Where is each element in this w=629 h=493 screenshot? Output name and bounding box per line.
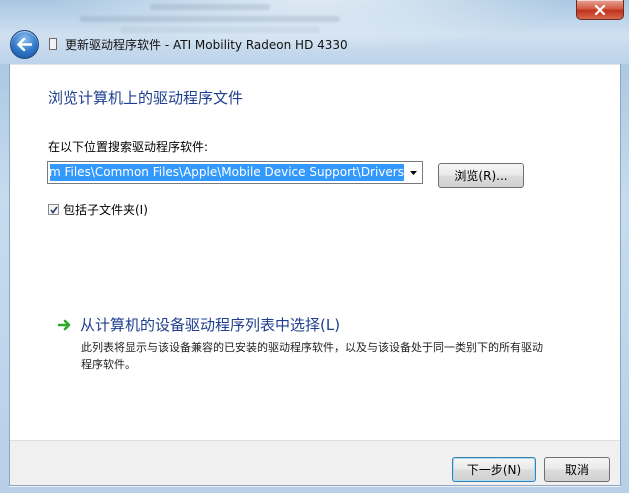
chevron-down-icon: [410, 170, 417, 175]
pick-from-list-link[interactable]: 从计算机的设备驱动程序列表中选择(L): [58, 314, 551, 335]
browse-button[interactable]: 浏览(R)...: [438, 163, 524, 188]
pick-from-list-description: 此列表将显示与该设备兼容的已安装的驱动程序软件，以及与该设备处于同一类别下的所有…: [81, 341, 543, 371]
next-button[interactable]: 下一步(N): [452, 457, 536, 482]
driver-path-input[interactable]: m Files\Common Files\Apple\Mobile Device…: [50, 164, 404, 181]
background-blur: [80, 16, 340, 22]
device-icon: [49, 38, 57, 50]
search-location-label: 在以下位置搜索驱动程序软件:: [48, 140, 209, 154]
pick-from-list-title[interactable]: 从计算机的设备驱动程序列表中选择(L): [80, 314, 340, 335]
checkbox-box[interactable]: [48, 204, 59, 215]
window-title-text: 更新驱动程序软件 - ATI Mobility Radeon HD 4330: [65, 37, 348, 52]
close-button[interactable]: [576, 0, 624, 20]
driver-path-text: m Files\Common Files\Apple\Mobile Device…: [50, 165, 404, 179]
wizard-content: 浏览计算机上的驱动程序文件 在以下位置搜索驱动程序软件: m Files\Com…: [9, 64, 621, 441]
page-title: 浏览计算机上的驱动程序文件: [48, 89, 244, 107]
wizard-footer: 下一步(N) 取消: [9, 440, 621, 487]
green-arrow-icon: [58, 319, 71, 330]
include-subfolders-label: 包括子文件夹(I): [63, 203, 148, 217]
pick-from-list-option[interactable]: 从计算机的设备驱动程序列表中选择(L) 此列表将显示与该设备兼容的已安装的驱动程…: [58, 314, 551, 373]
driver-path-combobox[interactable]: m Files\Common Files\Apple\Mobile Device…: [47, 161, 423, 184]
close-icon: [594, 4, 606, 15]
cancel-button[interactable]: 取消: [544, 457, 610, 482]
background-blur: [120, 27, 320, 33]
title-bar: [0, 0, 629, 64]
path-dropdown-button[interactable]: [405, 162, 422, 183]
include-subfolders-checkbox[interactable]: 包括子文件夹(I): [48, 201, 148, 218]
window-title: 更新驱动程序软件 - ATI Mobility Radeon HD 4330: [49, 35, 348, 53]
check-icon: [49, 206, 58, 214]
back-button[interactable]: [10, 30, 39, 59]
background-blur: [150, 4, 270, 10]
back-arrow-icon: [17, 38, 32, 51]
